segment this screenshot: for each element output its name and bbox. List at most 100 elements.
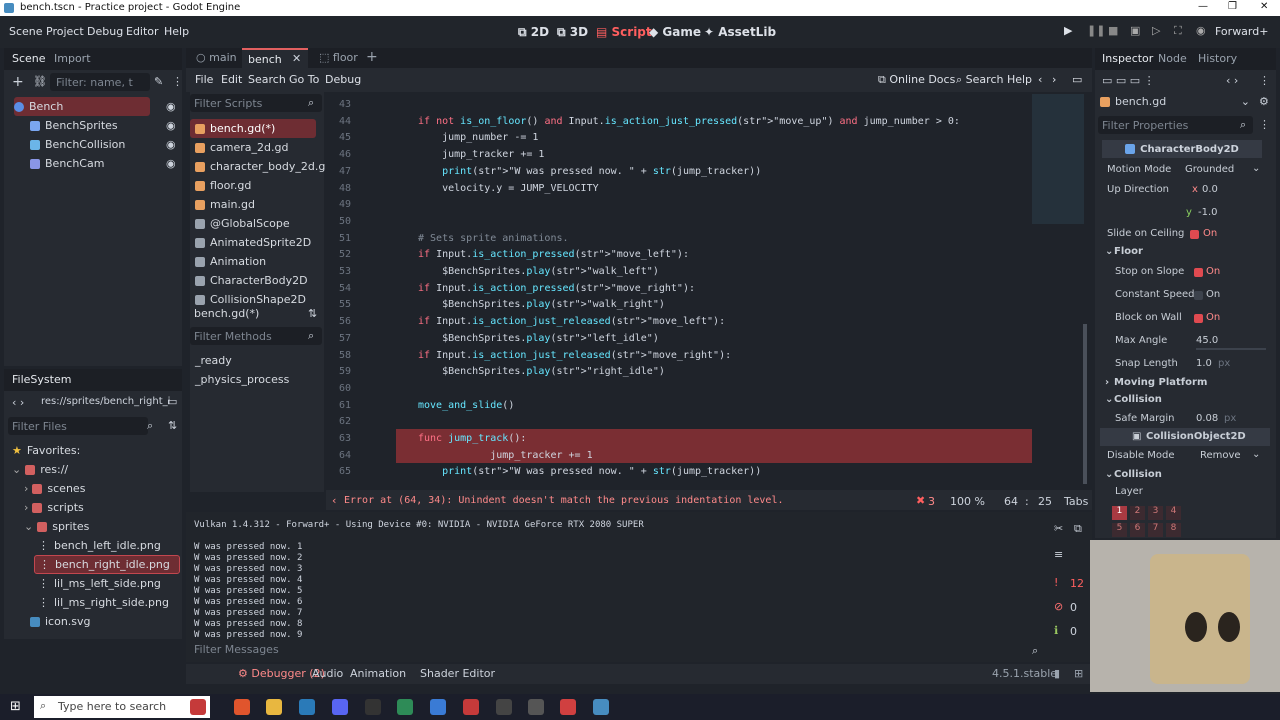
app-icon[interactable] xyxy=(496,699,512,715)
prop-stop-on-slope[interactable]: Stop on Slope On xyxy=(1100,263,1270,283)
layer-bit-1[interactable]: 1 xyxy=(1112,506,1127,520)
checkbox-icon[interactable] xyxy=(1190,230,1199,239)
menu-debug[interactable]: Debug xyxy=(87,25,123,38)
back-icon[interactable]: ‹ › xyxy=(12,396,24,409)
code-line[interactable]: 60 xyxy=(326,380,1046,397)
checkbox-icon[interactable] xyxy=(1194,314,1203,323)
folder-scripts[interactable]: › scripts xyxy=(24,498,84,517)
close-tab-icon[interactable]: ✕ xyxy=(292,52,301,65)
prop-motion-mode[interactable]: Motion Mode Grounded ⌄ xyxy=(1100,161,1270,181)
obs-icon[interactable] xyxy=(365,699,381,715)
code-line[interactable]: 59 $BenchSprites.play(str">"right_idle") xyxy=(326,363,1046,380)
tab-inspector[interactable]: Inspector xyxy=(1102,52,1153,65)
play-scene-icon[interactable]: ▷ xyxy=(1152,24,1160,37)
object-menu-icon[interactable]: ⋮ xyxy=(1259,74,1270,87)
tab-scene[interactable]: Scene xyxy=(12,52,46,65)
file-icon-svg[interactable]: icon.svg xyxy=(30,612,91,631)
minimize-icon[interactable]: — xyxy=(1198,1,1208,12)
code-line[interactable]: 61 move_and_slide() xyxy=(326,397,1046,414)
checkbox-icon[interactable] xyxy=(1194,291,1203,300)
prop-disable-mode[interactable]: Disable Mode Remove ⌄ xyxy=(1100,447,1270,467)
folder-res[interactable]: ⌄ res:// xyxy=(12,460,68,479)
resource-selector[interactable]: bench.gd ⌄ xyxy=(1100,95,1250,108)
indent-mode[interactable]: Tabs xyxy=(1064,495,1088,508)
file-bench-right-idle[interactable]: ⋮ bench_right_idle.png xyxy=(34,555,180,574)
prop-up-direction[interactable]: Up Direction x 0.0 xyxy=(1100,181,1270,201)
workspace-script[interactable]: ▤ Script xyxy=(596,25,652,39)
section-floor[interactable]: ⌄ Floor xyxy=(1100,243,1270,263)
menu-help[interactable]: Help xyxy=(164,25,189,38)
tab-floor[interactable]: ⬚ floor xyxy=(319,51,358,64)
sort-icon[interactable]: ⇅ xyxy=(168,419,177,432)
new-resource-icon[interactable]: ▭ ▭ ▭ ⋮ xyxy=(1102,74,1155,87)
layer-bit-7[interactable]: 7 xyxy=(1148,523,1163,537)
pin-icon[interactable]: ▮ xyxy=(1054,667,1060,680)
error-filter-icon[interactable]: ! xyxy=(1054,576,1058,589)
script-item-main[interactable]: main.gd xyxy=(195,195,255,214)
code-line[interactable]: 57 $BenchSprites.play(str">"left_idle") xyxy=(326,330,1046,347)
script-icon[interactable]: ✎ xyxy=(154,75,163,88)
file-lil-ms-right[interactable]: ⋮ lil_ms_right_side.png xyxy=(38,593,169,612)
code-line[interactable]: 43 xyxy=(326,96,1046,113)
info-filter-icon[interactable]: ℹ xyxy=(1054,624,1058,637)
folder-sprites[interactable]: ⌄ sprites xyxy=(24,517,89,536)
file-lil-ms-left[interactable]: ⋮ lil_ms_left_side.png xyxy=(38,574,161,593)
file-explorer-icon[interactable] xyxy=(266,699,282,715)
layer-grid[interactable]: 1 2 3 4 5 6 7 8 xyxy=(1112,506,1187,540)
prev-script-icon[interactable]: ‹ xyxy=(1038,73,1042,86)
tab-node[interactable]: Node xyxy=(1158,52,1187,65)
script-item-camera[interactable]: camera_2d.gd xyxy=(195,138,288,157)
visibility-icon[interactable]: ◉ xyxy=(166,100,176,113)
close-icon[interactable]: ✕ xyxy=(1260,1,1268,12)
play-icon[interactable]: ▶ xyxy=(1064,24,1072,37)
link-icon[interactable]: ⛓ xyxy=(33,75,47,88)
remote-debug-icon[interactable]: ▣ xyxy=(1130,24,1140,37)
discord-icon[interactable] xyxy=(332,699,348,715)
code-line[interactable]: 51 # Sets sprite animations. xyxy=(326,230,1046,247)
script-menu-goto[interactable]: Go To xyxy=(289,73,319,86)
code-line[interactable]: 46 jump_tracker += 1 xyxy=(326,146,1046,163)
scripts-filter-input[interactable]: Filter Scripts xyxy=(190,94,322,112)
float-window-icon[interactable]: ▭ xyxy=(1072,73,1082,86)
code-line[interactable]: 54 if Input.is_action_pressed(str">"move_… xyxy=(326,280,1046,297)
code-line[interactable]: 56 if Input.is_action_just_released(str">… xyxy=(326,313,1046,330)
warning-filter-icon[interactable]: ⊘ xyxy=(1054,600,1063,613)
add-tab-icon[interactable]: + xyxy=(366,49,378,65)
prop-up-direction-y[interactable]: y -1.0 xyxy=(1100,204,1270,224)
doc-item-animatedsprite[interactable]: AnimatedSprite2D xyxy=(195,233,311,252)
movie-icon[interactable]: ◉ xyxy=(1196,24,1206,37)
app-icon[interactable] xyxy=(430,699,446,715)
menu-dots-icon[interactable]: ⋮ xyxy=(172,75,183,88)
code-scrollbar[interactable] xyxy=(1083,324,1087,484)
script-item-character[interactable]: character_body_2d.gd xyxy=(195,157,332,176)
copy-output-icon[interactable]: ⧉ xyxy=(1074,522,1082,536)
tab-bench[interactable]: bench ✕ xyxy=(242,48,308,68)
menu-scene[interactable]: Scene xyxy=(9,25,43,38)
prop-max-angle[interactable]: Max Angle 45.0 xyxy=(1100,332,1270,352)
sort-icon[interactable]: ⇅ xyxy=(308,307,317,320)
calendar-app-icon[interactable] xyxy=(190,699,206,715)
properties-filter-input[interactable]: Filter Properties xyxy=(1098,116,1253,134)
prop-safe-margin[interactable]: Safe Margin 0.08 px xyxy=(1100,410,1270,430)
code-line[interactable]: 65 print(str">"W was pressed now. " + st… xyxy=(326,463,1046,480)
workspace-assetlib[interactable]: ✦ AssetLib xyxy=(704,25,776,39)
menu-project[interactable]: Project xyxy=(46,25,84,38)
files-filter-input[interactable]: Filter Files xyxy=(8,417,148,435)
code-line[interactable]: 58 if Input.is_action_just_released(str">… xyxy=(326,347,1046,364)
history-back-icon[interactable]: ‹ › xyxy=(1226,74,1238,87)
code-line[interactable]: 64 jump_tracker += 1 xyxy=(326,447,1046,464)
visibility-icon[interactable]: ◉ xyxy=(166,157,176,170)
tab-animation[interactable]: Animation xyxy=(350,667,406,680)
code-line[interactable]: 45 jump_number -= 1 xyxy=(326,129,1046,146)
filter-lines-icon[interactable]: ≡ xyxy=(1054,548,1063,561)
visibility-icon[interactable]: ◉ xyxy=(166,138,176,151)
code-line[interactable]: 53 $BenchSprites.play(str">"walk_left") xyxy=(326,263,1046,280)
path-field[interactable]: res://sprites/bench_right_i xyxy=(41,396,170,407)
code-line[interactable]: 55 $BenchSprites.play(str">"walk_right") xyxy=(326,296,1046,313)
section-collision[interactable]: ⌄ Collision xyxy=(1100,391,1270,411)
layer-bit-3[interactable]: 3 xyxy=(1148,506,1163,520)
split-view-icon[interactable]: ▭ xyxy=(167,395,177,408)
doc-item-globalscope[interactable]: @GlobalScope xyxy=(195,214,290,233)
renderer-select[interactable]: Forward+ xyxy=(1215,25,1268,38)
zoom-level[interactable]: 100 % xyxy=(950,495,985,508)
